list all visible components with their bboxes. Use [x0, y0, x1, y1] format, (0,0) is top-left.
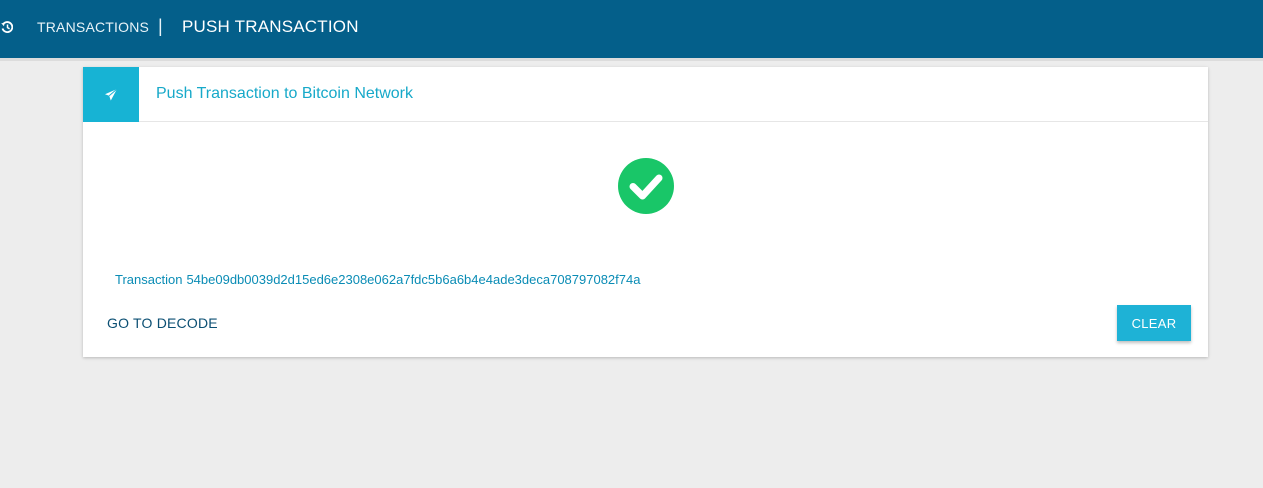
card-header: Push Transaction to Bitcoin Network [83, 67, 1208, 122]
clear-button[interactable]: CLEAR [1117, 305, 1191, 341]
go-to-decode-link[interactable]: GO TO DECODE [107, 315, 218, 331]
breadcrumb-separator: | [158, 16, 163, 36]
push-transaction-card: Push Transaction to Bitcoin Network Tran… [83, 67, 1208, 357]
breadcrumb-transactions[interactable]: TRANSACTIONS [37, 19, 149, 35]
check-circle-icon [617, 157, 675, 215]
transaction-id-text: Transaction 54be09db0039d2d15ed6e2308e062… [115, 272, 640, 287]
topbar-divider [0, 58, 1263, 61]
page-title: PUSH TRANSACTION [182, 17, 359, 36]
history-icon[interactable] [0, 19, 14, 35]
top-bar: TRANSACTIONS | PUSH TRANSACTION [0, 0, 1263, 58]
transaction-hash[interactable]: 54be09db0039d2d15ed6e2308e062a7fdc5b6a6b… [186, 272, 640, 287]
transaction-label: Transaction [115, 272, 183, 287]
paper-plane-icon [83, 67, 139, 122]
card-title: Push Transaction to Bitcoin Network [156, 85, 414, 102]
